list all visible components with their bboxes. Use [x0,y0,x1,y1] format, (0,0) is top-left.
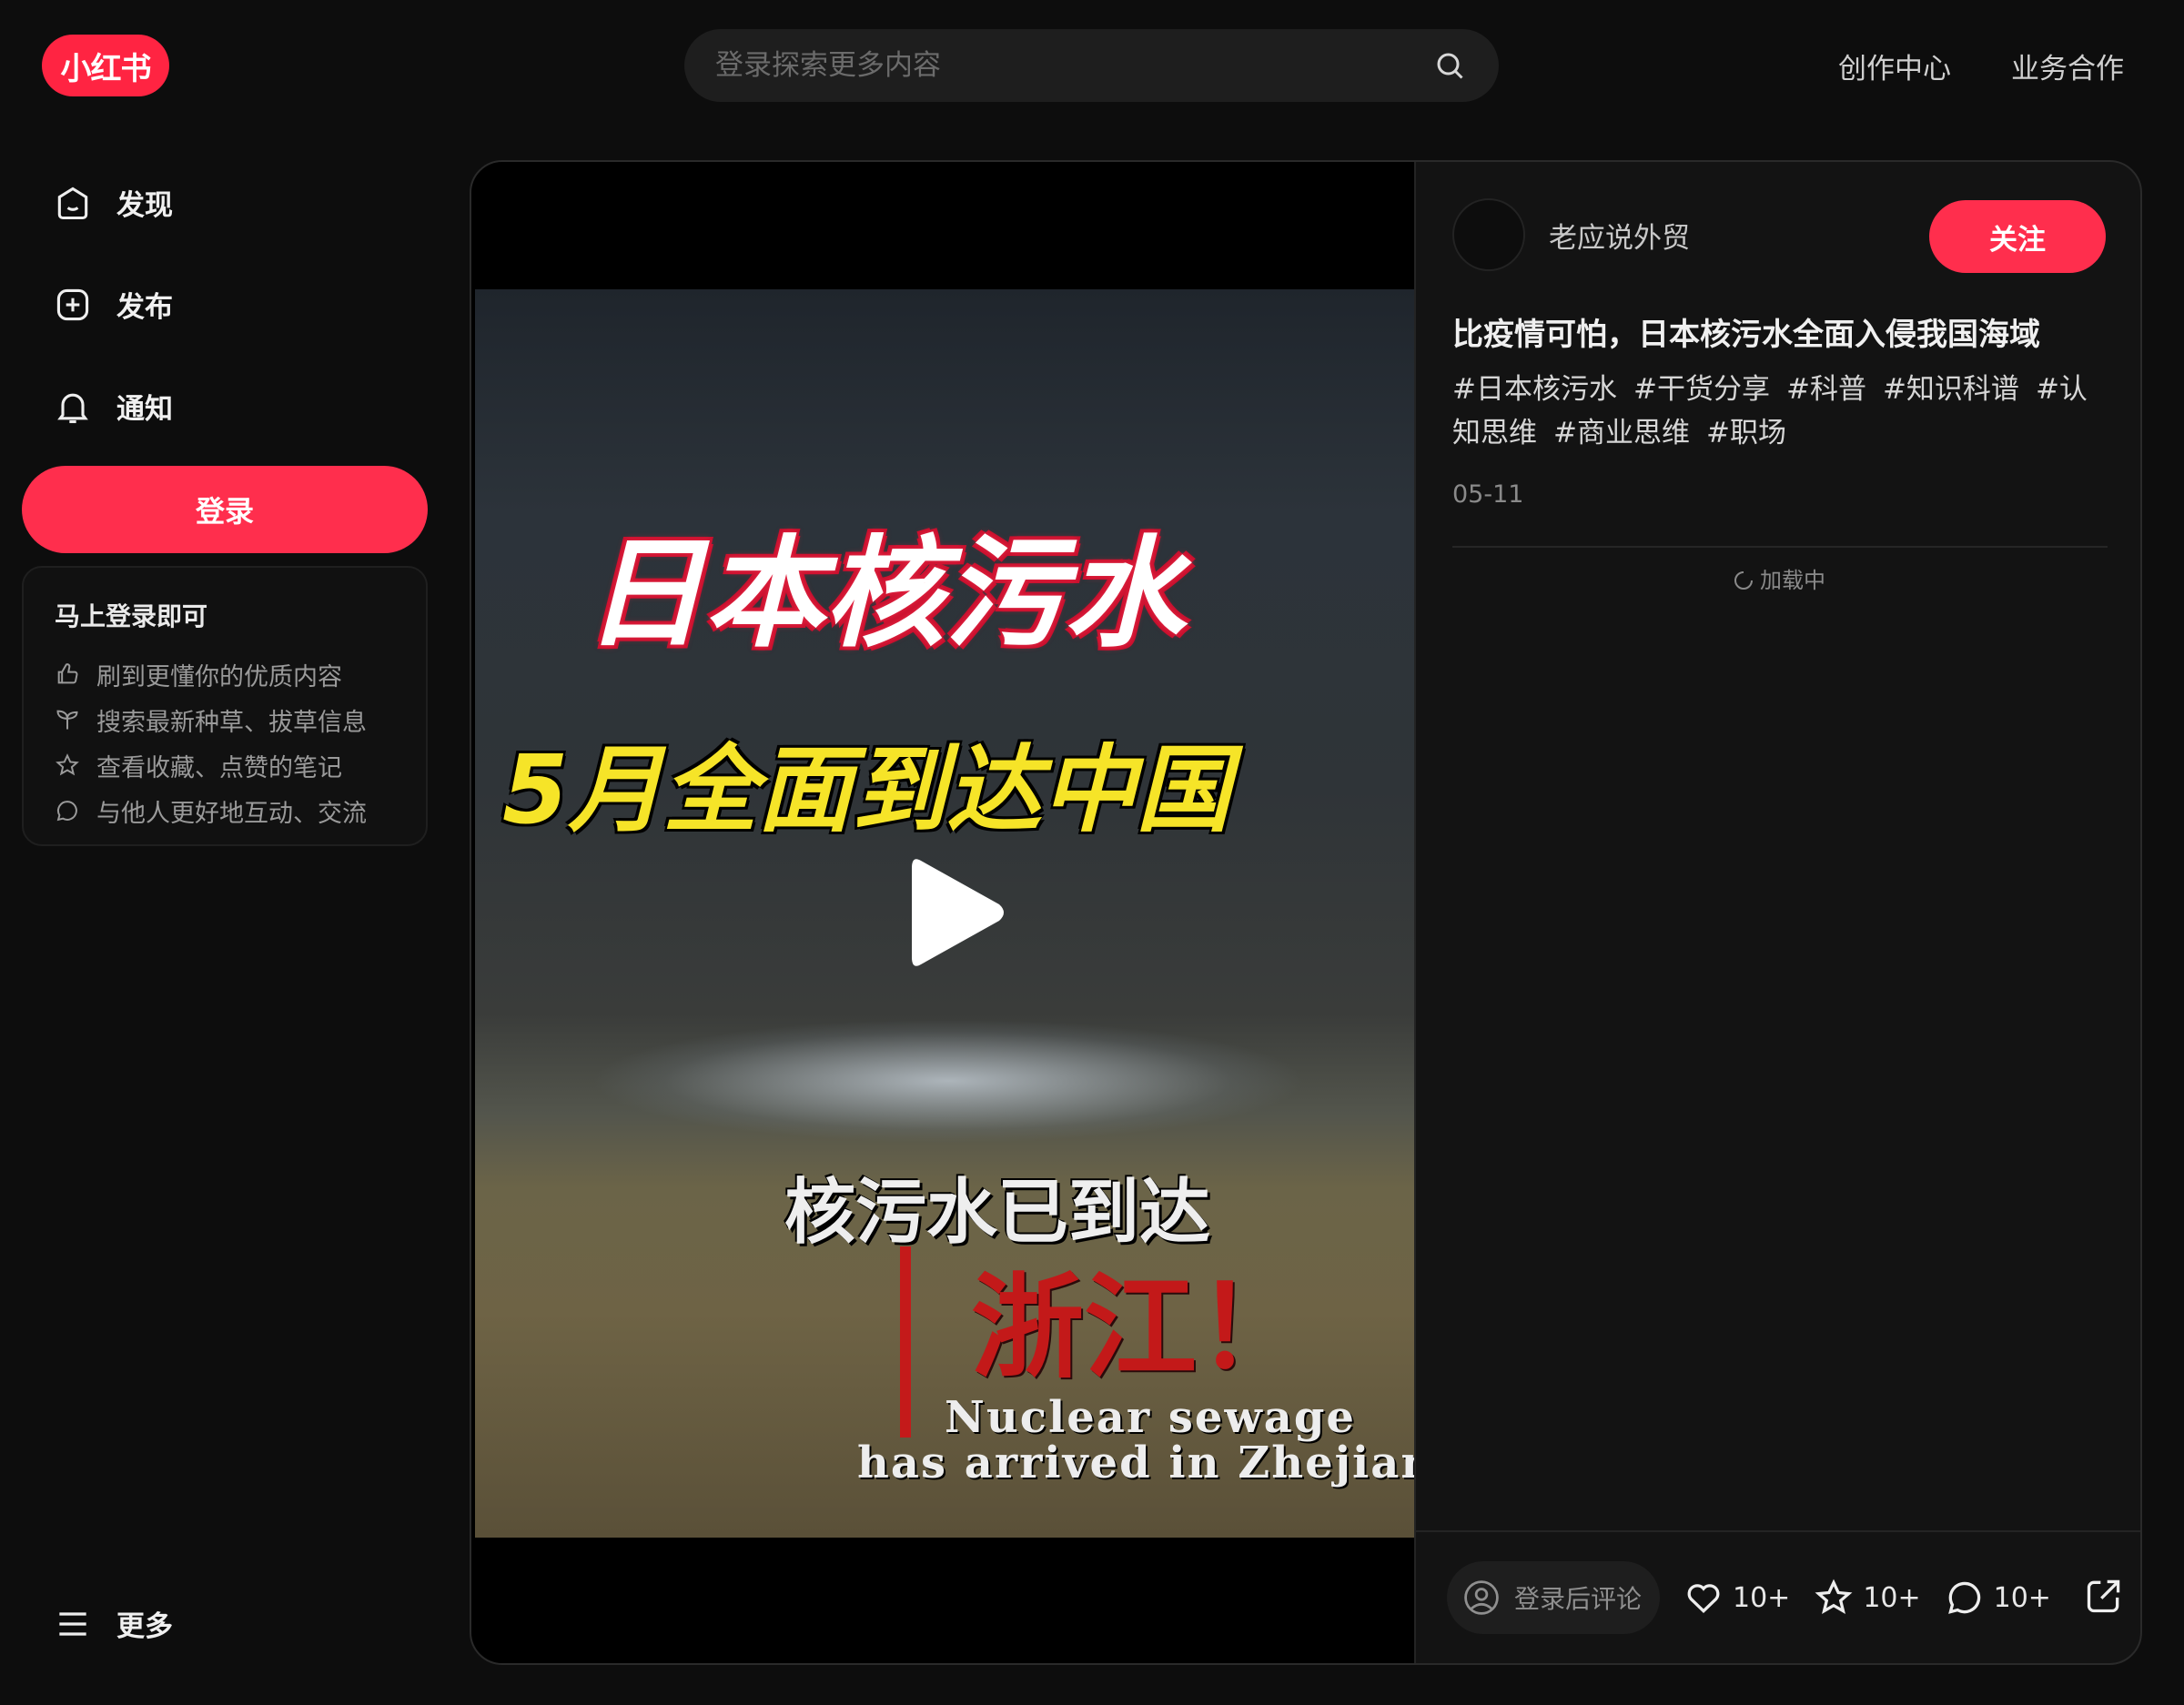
sidebar-item-discover[interactable]: 发现 [53,182,173,223]
perk-text: 查看收藏、点赞的笔记 [96,753,342,782]
video-caption-english-line2: has arrived in Zhejiang [857,1438,1414,1488]
perk-text: 刷到更懂你的优质内容 [96,662,342,691]
bell-icon [57,393,88,423]
publish-date: 05-11 [1452,480,1524,509]
sidebar-item-label: 更多 [116,1610,173,1643]
perk-item: 搜索最新种草、拔草信息 [55,697,426,742]
menu-icon [59,1611,86,1636]
tag-list: #日本核污水 #干货分享 #科普 #知识科谱 #认知思维 #商业思维 #职场 [1452,368,2108,455]
login-promo-card: 马上登录即可 刷到更懂你的优质内容 搜索最新种草、拔草信息 查看收藏、点赞的笔记… [22,566,428,846]
like-button[interactable]: 10+ [1684,1578,1790,1618]
perk-text: 搜索最新种草、拔草信息 [96,708,367,737]
tag-link[interactable]: #职场 [1706,417,1786,449]
loading-text: 加载中 [1760,568,1825,593]
interaction-bar: 登录后评论 10+ 10+ 10+ [1416,1530,2140,1663]
search-icon[interactable] [1433,49,1466,82]
video-caption-english: Nuclear sewage has arrived in Zhejiang [857,1395,1414,1486]
divider [1452,546,2108,548]
discover-icon [57,187,88,219]
note-info-panel: 老应说外贸 关注 比疫情可怕，日本核污水全面入侵我国海域 #日本核污水 #干货分享… [1414,162,2140,1663]
comment-input[interactable]: 登录后评论 [1447,1561,1660,1634]
video-player[interactable]: 日本核污水 5月全面到达中国 核污水已到达 浙江！ Nuclear sewage… [475,289,1414,1538]
chat-bubble-icon [56,801,77,822]
share-button[interactable] [2084,1576,2124,1619]
logo[interactable]: 小红书 [42,35,169,96]
note-title: 比疫情可怕，日本核污水全面入侵我国海域 [1452,317,2040,353]
media-area: 日本核污水 5月全面到达中国 核污水已到达 浙江！ Nuclear sewage… [471,162,1414,1663]
login-button[interactable]: 登录 [22,466,428,553]
avatar[interactable] [1452,198,1525,271]
play-icon[interactable] [908,853,1008,972]
sidebar-item-notifications[interactable]: 通知 [53,386,173,427]
tag-link[interactable]: #商业思维 [1553,417,1690,449]
video-caption-english-line1: Nuclear sewage [945,1392,1356,1443]
author-name[interactable]: 老应说外贸 [1549,215,1690,256]
collect-button[interactable]: 10+ [1814,1578,1921,1618]
comment-button[interactable]: 10+ [1945,1578,2051,1618]
star-icon [1815,1579,1853,1615]
video-caption-line1: 日本核污水 [584,524,1185,664]
thumb-up-icon [57,663,78,684]
perk-text: 与他人更好地互动、交流 [96,799,367,828]
publish-icon [56,288,89,320]
tag-link[interactable]: #知识科谱 [1883,373,2019,406]
tag-link[interactable]: #日本核污水 [1452,373,1617,406]
user-icon [1464,1580,1499,1615]
search-input[interactable] [715,49,1433,82]
heart-icon [1687,1584,1720,1613]
spinner-icon [1734,571,1753,590]
chat-bubble-icon [1947,1581,1980,1614]
sprout-icon [56,710,78,730]
comment-placeholder: 登录后评论 [1514,1584,1643,1614]
sidebar-item-label: 发现 [116,189,173,222]
tag-link[interactable]: #科普 [1786,373,1866,406]
loading-indicator: 加载中 [1416,562,2140,594]
perk-item: 与他人更好地互动、交流 [55,788,426,833]
perk-item: 查看收藏、点赞的笔记 [55,742,426,788]
author-info[interactable]: 老应说外贸 [1452,198,1690,271]
search-bar[interactable] [684,29,1499,102]
sidebar-item-more[interactable]: 更多 [53,1603,173,1644]
business-link[interactable]: 业务合作 [2011,45,2124,86]
login-card-title: 马上登录即可 [55,601,208,631]
perk-item: 刷到更懂你的优质内容 [55,651,426,697]
top-links: 创作中心 业务合作 [1838,45,2124,86]
creator-center-link[interactable]: 创作中心 [1838,45,1951,86]
tag-link[interactable]: #干货分享 [1633,373,1770,406]
note-detail: 日本核污水 5月全面到达中国 核污水已到达 浙江！ Nuclear sewage… [470,160,2142,1665]
share-icon [2087,1579,2120,1613]
sidebar-item-label: 通知 [116,393,173,426]
comment-count: 10+ [1993,1581,2051,1614]
follow-button[interactable]: 关注 [1929,200,2106,273]
sidebar-item-label: 发布 [116,291,173,324]
video-caption-line2: 5月全面到达中国 [502,734,1231,845]
collect-count: 10+ [1863,1581,1921,1614]
like-count: 10+ [1733,1581,1791,1614]
sidebar-item-publish[interactable]: 发布 [53,284,173,325]
star-icon [56,753,79,776]
video-caption-line4: 浙江！ [971,1262,1310,1394]
